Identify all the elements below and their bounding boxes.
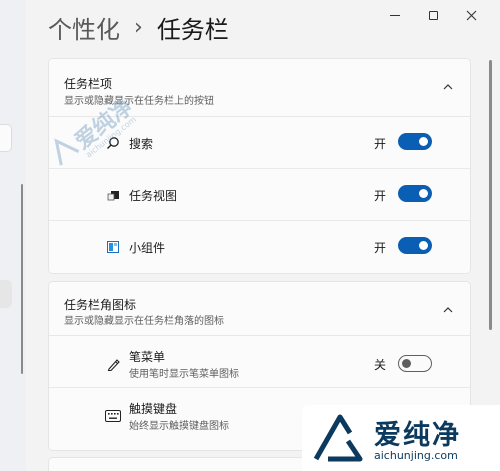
setting-row-search: 搜索 开 [49, 117, 470, 169]
content-scrollbar[interactable] [489, 60, 492, 330]
page-title: 任务栏 [156, 15, 229, 44]
taskbar-items-section: 任务栏项 显示或隐藏显示在任务栏上的按钮 搜索 开 任务视图 开 小组件 开 [48, 58, 471, 274]
brand-name: 爱纯净 [374, 420, 461, 451]
sidebar-selected-item-edge[interactable] [0, 280, 12, 308]
search-icon [105, 135, 121, 151]
keyboard-icon [105, 408, 121, 424]
setting-row-widgets: 小组件 开 [49, 221, 470, 273]
section-title: 任务栏角图标 [64, 298, 137, 312]
sidebar-search-edge[interactable] [0, 124, 12, 152]
chevron-up-icon[interactable] [442, 81, 454, 93]
setting-row-task-view: 任务视图 开 [49, 169, 470, 221]
setting-description: 始终显示触摸键盘图标 [129, 421, 229, 432]
widgets-toggle[interactable] [398, 237, 432, 254]
setting-row-pen-menu: 笔菜单 使用笔时显示笔菜单图标 关 [49, 336, 470, 388]
breadcrumb-parent[interactable]: 个性化 [48, 10, 120, 45]
taskbar-corner-icons-header[interactable]: 任务栏角图标 显示或隐藏显示在任务栏角落的图标 [49, 282, 470, 336]
section-title: 任务栏项 [64, 77, 113, 91]
setting-label: 小组件 [129, 241, 166, 255]
setting-description: 使用笔时显示笔菜单图标 [129, 369, 239, 380]
widgets-icon [105, 239, 121, 255]
breadcrumb: 个性化 › 任务栏 [48, 10, 229, 44]
search-toggle[interactable] [398, 133, 432, 150]
setting-label: 搜索 [129, 137, 154, 151]
setting-label: 任务视图 [129, 189, 178, 203]
toggle-state-text: 开 [374, 241, 387, 255]
sidebar-scrollbar[interactable] [21, 184, 23, 374]
taskbar-items-header[interactable]: 任务栏项 显示或隐藏显示在任务栏上的按钮 [49, 59, 470, 117]
minimize-button[interactable] [380, 5, 410, 25]
maximize-icon [428, 10, 438, 20]
pen-icon [105, 356, 121, 372]
minimize-icon [390, 14, 400, 16]
setting-label: 触摸键盘 [129, 402, 178, 416]
section-subtitle: 显示或隐藏显示在任务栏上的按钮 [64, 96, 214, 107]
task-view-toggle[interactable] [398, 185, 432, 202]
setting-label: 笔菜单 [129, 350, 166, 364]
brand-url: aichunjing.com [374, 449, 458, 462]
close-button[interactable] [456, 5, 486, 25]
brand-watermark: 爱纯净 aichunjing.com [302, 405, 500, 471]
toggle-state-text: 开 [374, 189, 387, 203]
chevron-up-icon[interactable] [442, 304, 454, 316]
section-subtitle: 显示或隐藏显示在任务栏角落的图标 [64, 316, 224, 327]
maximize-button[interactable] [418, 5, 448, 25]
breadcrumb-separator: › [134, 14, 143, 40]
toggle-state-text: 开 [374, 137, 387, 151]
pen-menu-toggle[interactable] [398, 355, 432, 372]
task-view-icon [105, 187, 121, 203]
toggle-state-text: 关 [374, 358, 387, 372]
brand-logo-icon [313, 414, 363, 462]
close-icon [466, 10, 476, 20]
